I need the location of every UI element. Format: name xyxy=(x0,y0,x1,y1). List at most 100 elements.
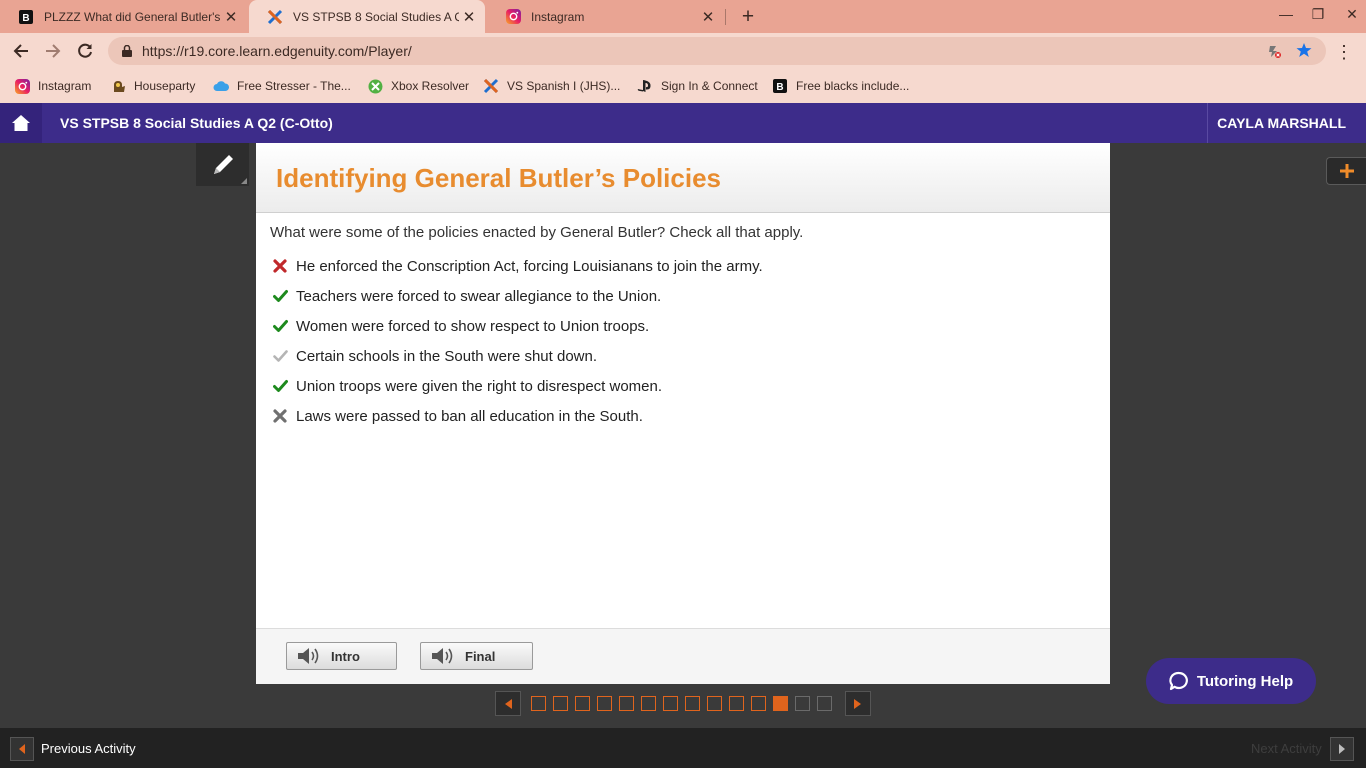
correct-check-icon xyxy=(270,316,290,336)
activity-title: Identifying General Butler’s Policies xyxy=(276,163,722,193)
bookmark-label: Houseparty xyxy=(134,79,196,93)
flash-blocked-icon[interactable] xyxy=(1267,44,1281,58)
expand-tools-button[interactable] xyxy=(1326,157,1366,185)
answer-option[interactable]: Women were forced to show respect to Uni… xyxy=(270,315,649,337)
new-tab-plus-icon[interactable]: + xyxy=(737,5,759,29)
pager-page-10[interactable] xyxy=(729,696,744,711)
bookmark-vs-spanish[interactable]: VS Spanish I (JHS)... xyxy=(483,76,620,96)
svg-text:B: B xyxy=(22,13,29,24)
next-activity-label: Next Activity xyxy=(1251,741,1322,756)
xbox-icon xyxy=(367,78,383,94)
tab-title: Instagram xyxy=(531,9,585,24)
bookmark-free-blacks[interactable]: B Free blacks include... xyxy=(772,76,909,96)
bookmark-instagram[interactable]: Instagram xyxy=(14,76,91,96)
bookmark-label: Free blacks include... xyxy=(796,79,910,93)
previous-activity-button[interactable] xyxy=(10,737,34,761)
tab-instagram[interactable]: Instagram ✕ xyxy=(487,0,724,33)
resize-corner-icon xyxy=(241,178,247,184)
pager-page-11[interactable] xyxy=(751,696,766,711)
reload-icon[interactable] xyxy=(72,38,98,64)
pager-page-3[interactable] xyxy=(575,696,590,711)
intro-label: Intro xyxy=(331,648,360,664)
close-icon[interactable]: ✕ xyxy=(459,8,479,26)
plus-icon xyxy=(1339,164,1354,178)
home-icon xyxy=(12,115,30,131)
pager-page-12[interactable] xyxy=(773,696,788,711)
bookmark-label: Xbox Resolver xyxy=(391,79,470,93)
bookmark-star-icon[interactable] xyxy=(1296,42,1312,58)
course-title: VS STPSB 8 Social Studies A Q2 (C-Otto) xyxy=(60,115,333,131)
address-bar[interactable]: https://r19.core.learn.edgenuity.com/Pla… xyxy=(108,37,1326,65)
pager-page-4[interactable] xyxy=(597,696,612,711)
previous-activity-label[interactable]: Previous Activity xyxy=(41,741,136,756)
pager-prev-button[interactable] xyxy=(495,691,521,716)
restore-icon[interactable]: ❐ xyxy=(1306,6,1330,23)
pager-page-1[interactable] xyxy=(531,696,546,711)
tab-separator xyxy=(725,9,726,25)
browser-menu-icon[interactable]: ⋮ xyxy=(1335,43,1353,61)
triangle-left-icon xyxy=(19,744,25,754)
answer-text: Certain schools in the South were shut d… xyxy=(296,347,598,365)
app-header: VS STPSB 8 Social Studies A Q2 (C-Otto) … xyxy=(0,103,1366,143)
tab-brainly[interactable]: B PLZZZ What did General Butler's ✕ xyxy=(0,0,247,33)
close-icon[interactable]: ✕ xyxy=(698,8,718,26)
answer-option[interactable]: He enforced the Conscription Act, forcin… xyxy=(270,255,763,277)
user-name[interactable]: CAYLA MARSHALL xyxy=(1217,115,1346,131)
pencil-icon xyxy=(213,154,233,174)
pager-next-button[interactable] xyxy=(845,691,871,716)
bottom-nav-bar: Previous Activity Next Activity xyxy=(0,728,1366,768)
tab-title: PLZZZ What did General Butler's xyxy=(44,9,221,24)
question-prompt: What were some of the policies enacted b… xyxy=(270,224,804,241)
activity-card: Identifying General Butler’s Policies Wh… xyxy=(256,143,1110,684)
answer-text: Laws were passed to ban all education in… xyxy=(296,407,643,425)
close-icon[interactable]: ✕ xyxy=(221,8,241,26)
triangle-left-icon xyxy=(505,698,512,709)
answer-option[interactable]: Laws were passed to ban all education in… xyxy=(270,405,643,427)
browser-toolbar: https://r19.core.learn.edgenuity.com/Pla… xyxy=(0,33,1366,69)
answer-text: He enforced the Conscription Act, forcin… xyxy=(296,257,763,275)
tutoring-help-button[interactable]: Tutoring Help xyxy=(1146,658,1316,704)
triangle-right-icon xyxy=(854,698,861,709)
answer-option[interactable]: Certain schools in the South were shut d… xyxy=(270,345,597,367)
answer-option[interactable]: Union troops were given the right to dis… xyxy=(270,375,662,397)
bookmark-free-stresser[interactable]: Free Stresser - The... xyxy=(213,76,351,96)
final-audio-button[interactable]: Final xyxy=(420,642,533,670)
correct-check-icon xyxy=(270,286,290,306)
pager-page-8[interactable] xyxy=(685,696,700,711)
tab-title: VS STPSB 8 Social Studies A Q2 xyxy=(293,9,459,24)
answer-text: Women were forced to show respect to Uni… xyxy=(296,317,650,335)
chat-bubble-icon xyxy=(1169,671,1189,691)
pager-page-9[interactable] xyxy=(707,696,722,711)
bookmark-label: Sign In & Connect xyxy=(661,79,758,93)
pager-page-2[interactable] xyxy=(553,696,568,711)
forward-arrow-icon[interactable] xyxy=(40,38,66,64)
bookmark-sign-in-connect[interactable]: Sign In & Connect xyxy=(637,76,758,96)
answer-option[interactable]: Teachers were forced to swear allegiance… xyxy=(270,285,661,307)
close-window-icon[interactable]: ✕ xyxy=(1340,6,1364,23)
answer-text: Union troops were given the right to dis… xyxy=(296,377,663,395)
minimize-icon[interactable]: — xyxy=(1274,6,1298,22)
tutoring-label: Tutoring Help xyxy=(1196,672,1294,690)
pager-page-5[interactable] xyxy=(619,696,634,711)
final-label: Final xyxy=(465,648,496,664)
answer-text: Teachers were forced to swear allegiance… xyxy=(296,287,662,305)
instagram-icon xyxy=(505,9,521,25)
home-button[interactable] xyxy=(0,103,42,143)
pager-page-7[interactable] xyxy=(663,696,678,711)
brainly-icon: B xyxy=(772,78,788,94)
bookmark-label: VS Spanish I (JHS)... xyxy=(507,79,621,93)
back-arrow-icon[interactable] xyxy=(8,38,34,64)
notes-pencil-button[interactable] xyxy=(196,143,249,186)
intro-audio-button[interactable]: Intro xyxy=(286,642,397,670)
bookmark-xbox-resolver[interactable]: Xbox Resolver xyxy=(367,76,469,96)
bookmark-label: Free Stresser - The... xyxy=(237,79,351,93)
bookmark-houseparty[interactable]: Houseparty xyxy=(110,76,195,96)
correct-check-icon xyxy=(270,376,290,396)
speaker-icon xyxy=(431,646,455,666)
instagram-icon xyxy=(14,78,30,94)
incorrect-x-icon xyxy=(270,406,290,426)
tab-edgenuity[interactable]: VS STPSB 8 Social Studies A Q2 ✕ xyxy=(249,0,485,33)
svg-text:B: B xyxy=(776,82,783,93)
pager-page-6[interactable] xyxy=(641,696,656,711)
bookmarks-bar: Instagram Houseparty Free Stresser - The… xyxy=(0,69,1366,103)
